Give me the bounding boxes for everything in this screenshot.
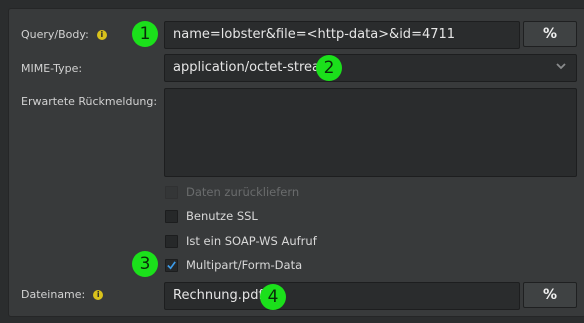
annotation-badge-1: 1 <box>132 21 158 47</box>
info-icon[interactable]: i <box>96 30 107 40</box>
checkbox-label: Benutze SSL <box>186 209 258 223</box>
expected-response-textarea[interactable] <box>164 88 577 177</box>
checkbox-box[interactable] <box>165 209 178 223</box>
info-icon[interactable]: i <box>93 290 104 300</box>
filename-percent-button[interactable]: % <box>523 282 577 308</box>
query-body-label: Query/Body: i <box>21 28 107 41</box>
mime-type-label: MIME-Type: <box>21 62 83 75</box>
checkbox-soap-ws[interactable]: Ist ein SOAP-WS Aufruf <box>165 234 317 248</box>
annotation-badge-4: 4 <box>260 284 286 310</box>
filename-input[interactable]: Rechnung.pdf <box>164 282 520 310</box>
request-settings-panel: Query/Body: i name=lobster&file=<http-dat… <box>8 8 584 317</box>
annotation-badge-3: 3 <box>132 251 158 277</box>
annotation-badge-2: 2 <box>316 55 342 81</box>
checkbox-label: Daten zurückliefern <box>186 185 300 199</box>
checkbox-label: Multipart/Form-Data <box>186 258 303 272</box>
chevron-down-icon <box>556 63 566 70</box>
checkbox-label: Ist ein SOAP-WS Aufruf <box>186 234 317 248</box>
filename-label: Dateiname: i <box>21 288 104 301</box>
query-percent-button[interactable]: % <box>523 21 577 47</box>
mime-type-value: application/octet-stream <box>173 60 333 75</box>
checkbox-box[interactable] <box>165 258 178 272</box>
checkbox-box <box>165 185 178 199</box>
check-icon <box>167 260 176 270</box>
mime-type-select[interactable]: application/octet-stream <box>164 54 577 82</box>
query-body-input[interactable]: name=lobster&file=<http-data>&id=4711 <box>164 21 520 49</box>
checkbox-use-ssl[interactable]: Benutze SSL <box>165 209 258 223</box>
checkbox-return-data: Daten zurückliefern <box>165 185 299 199</box>
checkbox-multipart[interactable]: Multipart/Form-Data <box>165 258 302 272</box>
checkbox-box[interactable] <box>165 234 178 248</box>
expected-response-label: Erwartete Rückmeldung: <box>21 95 158 108</box>
